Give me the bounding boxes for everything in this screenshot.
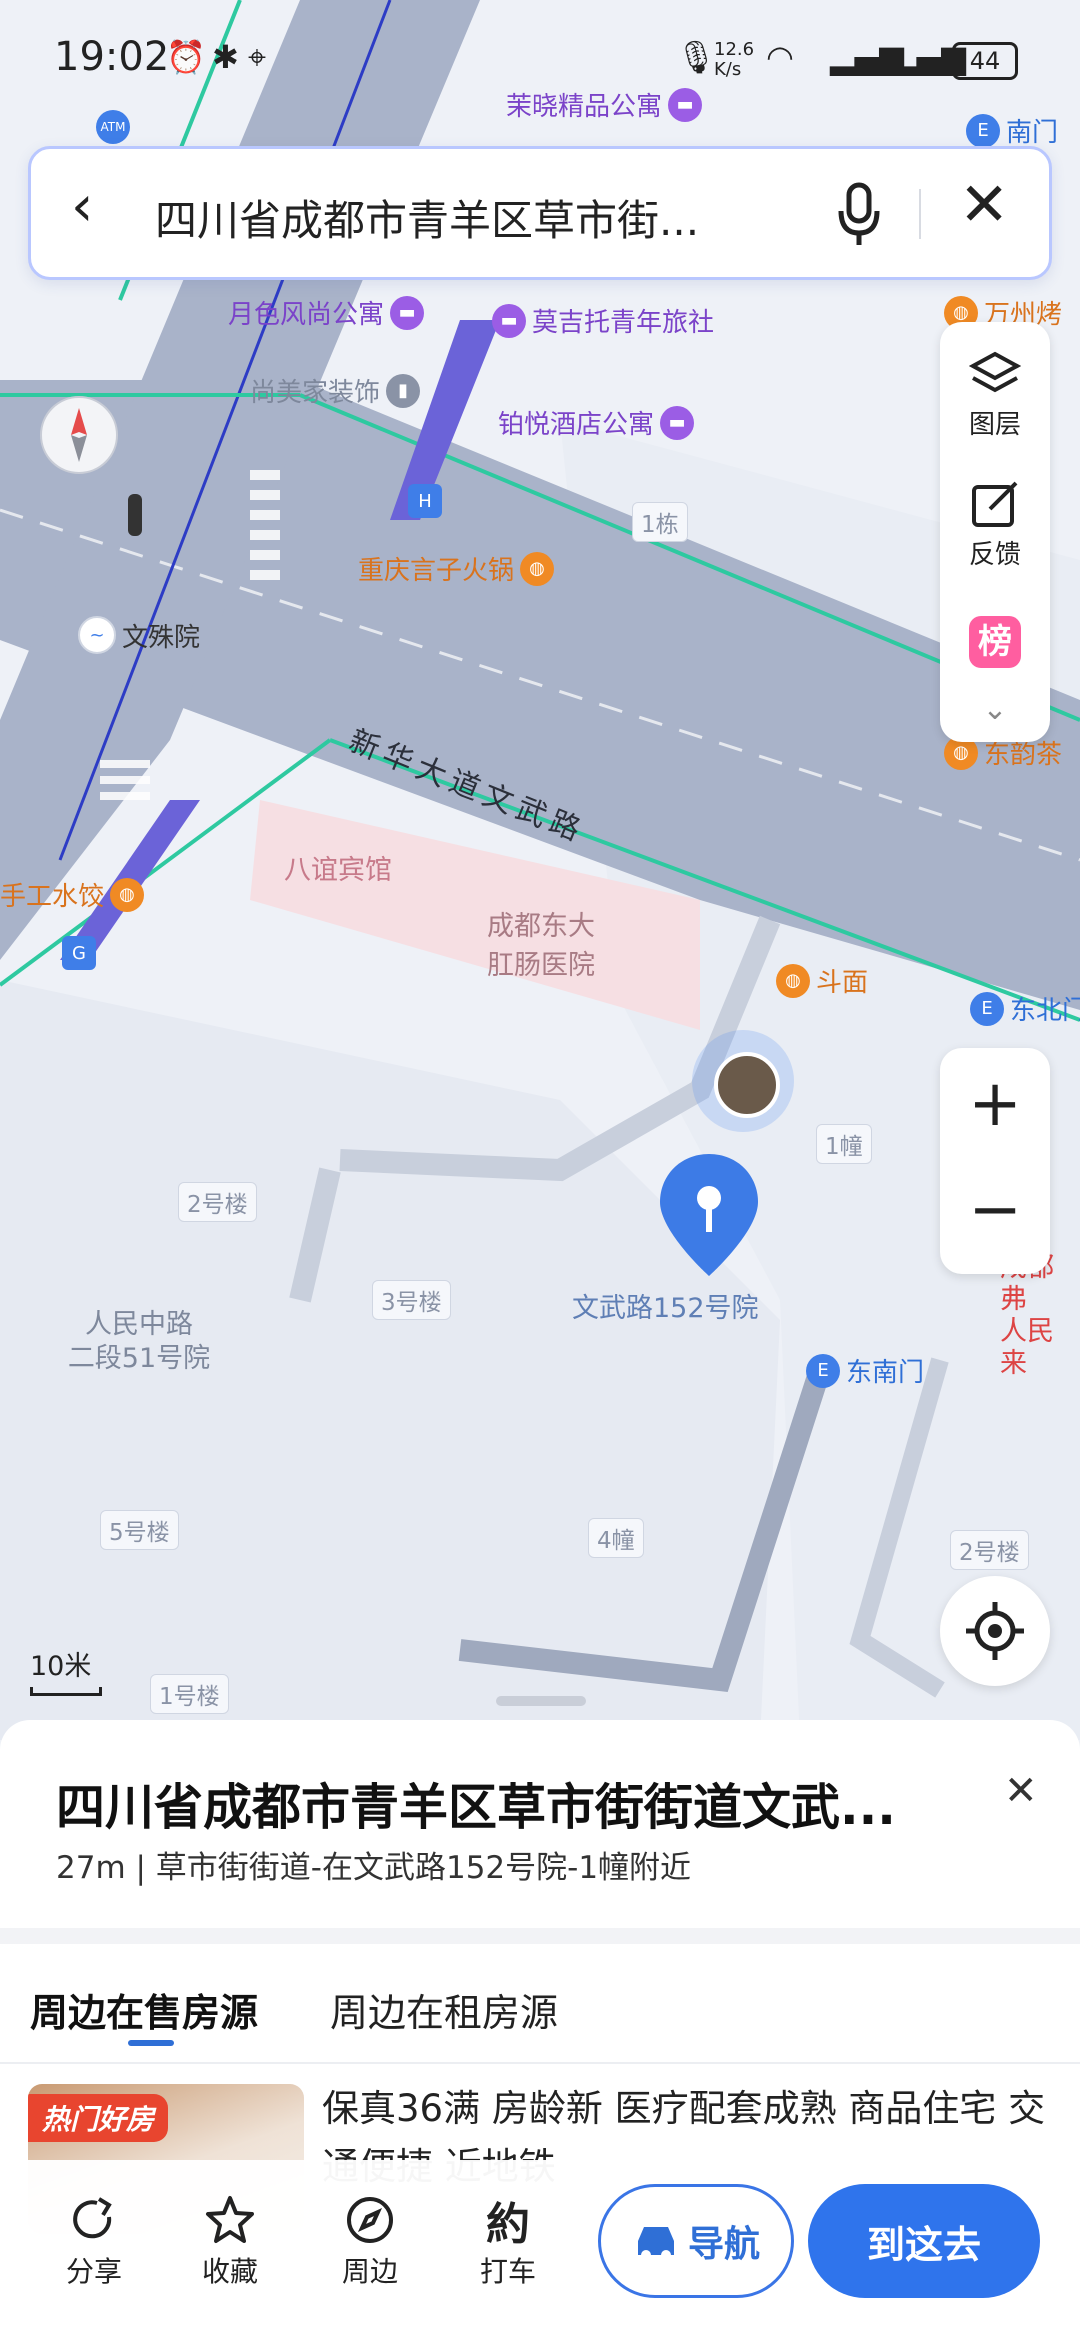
divider <box>0 1928 1080 1944</box>
bluetooth-icon: ✱ <box>212 38 239 76</box>
locate-me-button[interactable] <box>940 1576 1050 1686</box>
share-button[interactable]: 分享 <box>44 2190 144 2290</box>
poi-bayi-hotel[interactable]: 八谊宾馆 <box>284 848 392 887</box>
poi-dumplings[interactable]: 手工水饺 ◍ <box>0 876 145 913</box>
noodle-icon: ◍ <box>776 963 810 998</box>
traffic-light-icon <box>128 494 142 536</box>
hot-badge: 热门好房 <box>28 2094 169 2142</box>
compass-icon <box>320 2190 420 2250</box>
building-label: 4幢 <box>588 1518 644 1558</box>
gate-icon: E <box>970 991 1004 1026</box>
ranking-button[interactable]: 榜 <box>940 612 1050 672</box>
tab-for-sale[interactable]: 周边在售房源 <box>30 1982 258 2037</box>
poi-hospital[interactable]: 成都东大 肛肠医院 <box>476 904 606 982</box>
poi-southeast-gate[interactable]: E 东南门 <box>806 1352 924 1389</box>
tab-for-rent[interactable]: 周边在租房源 <box>330 1982 558 2037</box>
feedback-edit-icon <box>940 474 1050 534</box>
poi-northeast-gate[interactable]: E 东北门 <box>970 990 1080 1027</box>
poi-mozart-hostel[interactable]: ▬ 莫吉托青年旅社 <box>492 302 714 339</box>
chevron-down-icon[interactable]: ⌄ <box>940 692 1050 727</box>
dumpling-icon: ◍ <box>110 877 145 912</box>
hotel-bed-icon: ▬ <box>492 303 526 338</box>
poi-doumian[interactable]: ◍ 斗面 <box>776 962 868 999</box>
feedback-button[interactable]: 反馈 <box>940 474 1050 571</box>
alarm-icon: ⏰ <box>166 38 206 76</box>
search-query[interactable]: 四川省成都市青羊区草市街... <box>155 187 755 248</box>
gate-icon: E <box>806 1353 840 1388</box>
poi-renmin-road[interactable]: 人民中路 二段51号院 <box>54 1308 224 1376</box>
back-arrow-icon[interactable]: ‹ <box>71 179 93 235</box>
poi-shangmei[interactable]: 尚美家装饰 ▮ <box>250 372 421 409</box>
location-icon: ⌖ <box>248 38 267 76</box>
place-subtitle: 27m | 草市街街道-在文武路152号院-1幢附近 <box>56 1850 692 1886</box>
status-bar: 19:02 ⏰ ✱ ⌖ 🎙 12.6 K/s ◠ ▂▄▆ ▂▄▆ 44 <box>0 0 1080 120</box>
nearby-button[interactable]: 周边 <box>320 2190 420 2290</box>
favorite-button[interactable]: 收藏 <box>180 2190 280 2290</box>
voice-mic-icon[interactable] <box>835 181 883 249</box>
layers-icon <box>940 344 1050 404</box>
divider <box>919 189 921 239</box>
star-icon <box>180 2190 280 2250</box>
taxi-button[interactable]: 約 打车 <box>458 2190 558 2290</box>
building-label: 2号楼 <box>178 1182 257 1222</box>
hotpot-icon: ◍ <box>520 551 555 586</box>
tab-indicator <box>128 2040 174 2046</box>
status-time: 19:02 <box>54 34 170 80</box>
poi-chongqing-hotpot[interactable]: 重庆言子火锅 ◍ <box>358 550 555 587</box>
navigate-button[interactable]: 导航 <box>598 2184 794 2298</box>
zoom-control: + − <box>940 1048 1050 1274</box>
location-pin-icon[interactable] <box>656 1150 762 1280</box>
zoom-in-button[interactable]: + <box>940 1072 1050 1136</box>
map-tools-panel: 图层 反馈 榜 ⌄ <box>940 322 1050 742</box>
poi-boyue[interactable]: 铂悦酒店公寓 ▬ <box>498 404 695 441</box>
building-label: 1栋 <box>632 502 688 542</box>
place-title: 四川省成都市青羊区草市街街道文武... <box>56 1779 896 1836</box>
poi-moon-apartment[interactable]: 月色风尚公寓 ▬ <box>228 294 425 331</box>
wifi-icon: ◠ <box>766 38 794 76</box>
poi-wenshu-temple[interactable]: ~ 文殊院 <box>78 616 200 654</box>
layers-button[interactable]: 图层 <box>940 344 1050 441</box>
user-location-marker <box>692 1030 794 1132</box>
avatar <box>714 1052 780 1118</box>
net-speed: 12.6 K/s <box>714 39 755 80</box>
building-label: 1幢 <box>816 1124 872 1164</box>
mic-icon: 🎙 <box>676 38 717 76</box>
metro-icon: ~ <box>78 616 116 654</box>
close-icon[interactable]: ✕ <box>1004 1768 1038 1814</box>
crosshair-icon <box>966 1602 1024 1660</box>
taxi-icon: 約 <box>486 2199 530 2250</box>
ranking-icon: 榜 <box>940 612 1050 672</box>
target-label: 文武路152号院 <box>572 1293 759 1324</box>
building-label: 5号楼 <box>100 1510 179 1550</box>
compass-icon[interactable] <box>40 396 118 474</box>
search-bar[interactable]: ‹ 四川省成都市青羊区草市街... ✕ <box>28 146 1052 280</box>
hotel-bed-icon: ▬ <box>660 405 695 440</box>
hospital-h-icon[interactable]: H <box>408 484 442 518</box>
hotel-bed-icon: ▬ <box>390 295 425 330</box>
building-label: 2号楼 <box>950 1530 1029 1570</box>
divider <box>0 2062 1080 2064</box>
car-icon <box>637 2227 674 2260</box>
building-label: 3号楼 <box>372 1280 451 1320</box>
gate-g-icon[interactable]: G <box>62 936 96 970</box>
battery-indicator: 44 <box>952 42 1018 80</box>
building-icon: ▮ <box>386 373 421 408</box>
go-here-button[interactable]: 到这去 <box>808 2184 1040 2298</box>
close-icon[interactable]: ✕ <box>959 175 1009 235</box>
sheet-drag-handle[interactable] <box>496 1696 586 1706</box>
zoom-out-button[interactable]: − <box>940 1178 1050 1242</box>
share-icon <box>44 2190 144 2250</box>
building-label: 1号楼 <box>150 1674 229 1714</box>
map-scale: 10米 <box>30 1644 102 1696</box>
